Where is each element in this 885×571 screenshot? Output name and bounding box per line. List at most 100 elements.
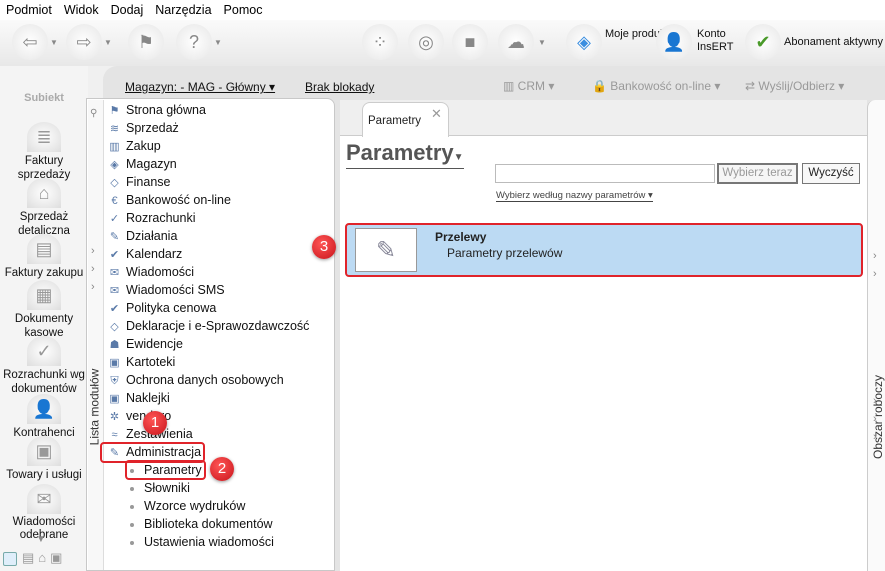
module-item[interactable]: ◇ Finanse [107, 173, 170, 191]
module-item[interactable]: ▣ Naklejki [107, 389, 169, 407]
purchase-invoice-icon: ▤ [27, 234, 61, 264]
sidebar-item-faktury-zakupu[interactable]: ▤ Faktury zakupu [0, 234, 88, 280]
forward-arrow-icon[interactable]: ⇨ [66, 24, 102, 60]
module-item[interactable]: ≋ Sprzedaż [107, 119, 179, 137]
chevron-down-icon[interactable]: ▼ [50, 38, 58, 47]
step-badge-1: 1 [143, 411, 167, 435]
module-icon: ⛨ [110, 375, 119, 387]
module-icon: ⚑ [109, 105, 120, 117]
magazyn-dropdown[interactable]: Magazyn: - MAG - Główny ▾ [125, 80, 275, 94]
search-input[interactable] [495, 164, 715, 183]
module-item[interactable]: ▣ Kartoteki [107, 353, 175, 371]
loading-dots-icon[interactable]: ⁘ [362, 24, 398, 60]
module-item[interactable]: ⚑ Strona główna [107, 101, 206, 119]
shield-check-icon[interactable]: ✔ [745, 24, 781, 60]
clear-button[interactable]: Wyczyść [802, 163, 860, 184]
module-icon: ✎ [109, 231, 120, 243]
sidebar-item-sprzedaz-detaliczna[interactable]: ⌂ Sprzedaż detaliczna [0, 178, 88, 238]
page-title[interactable]: Parametry▼ [346, 140, 464, 169]
help-icon[interactable]: ? [176, 24, 212, 60]
sidebar-item-faktury-sprzedazy[interactable]: ≣ Faktury sprzedaży [0, 122, 88, 182]
menu-narzedzia[interactable]: Narzędzia [149, 0, 217, 20]
blokada-link[interactable]: Brak blokady [305, 80, 374, 94]
cash-register-icon: ▦ [27, 280, 61, 310]
chevron-down-icon[interactable]: ▼ [538, 38, 546, 47]
chevron-right-icon[interactable]: › [873, 395, 877, 407]
chevron-down-icon[interactable]: ▼ [214, 38, 222, 47]
abonament-label[interactable]: Abonament aktywny [784, 36, 883, 49]
item-title: Przelewy [435, 230, 487, 244]
chevron-right-icon[interactable]: › [91, 245, 95, 257]
menu-podmiot[interactable]: Podmiot [0, 0, 58, 20]
list-item-przelewy[interactable]: ✎ Przelewy Parametry przelewów [345, 223, 863, 277]
chevron-right-icon[interactable]: › [91, 281, 95, 293]
back-arrow-icon[interactable]: ⇦ [12, 24, 48, 60]
quick-icons[interactable]: ▤⌂▣ [22, 550, 66, 566]
module-icon: ✲ [109, 411, 120, 423]
products-icon[interactable]: ◈ [566, 24, 602, 60]
menu-dodaj[interactable]: Dodaj [105, 0, 150, 20]
submodule-item[interactable]: Biblioteka dokumentów [130, 515, 273, 533]
bankowosc-button[interactable]: 🔒 Bankowość on-line ▾ [592, 79, 720, 93]
menu-bar: Podmiot Widok Dodaj Narzędzia Pomoc [0, 0, 885, 20]
module-icon: ✓ [109, 213, 120, 225]
module-item[interactable]: ▥ Zakup [107, 137, 160, 155]
goods-icon: ▣ [27, 436, 61, 466]
flag-icon[interactable]: ⚑ [128, 24, 164, 60]
chevron-right-icon[interactable]: › [91, 389, 95, 401]
konto-insert-label[interactable]: Konto InsERT [697, 28, 737, 54]
bullet-icon [130, 540, 134, 545]
menu-pomoc[interactable]: Pomoc [218, 0, 269, 20]
chevron-right-icon[interactable]: › [873, 268, 877, 280]
submodule-item[interactable]: Ustawienia wiadomości [130, 533, 274, 551]
select-now-button[interactable]: Wybierz teraz [717, 163, 798, 184]
module-icon: ▣ [109, 393, 120, 405]
module-item[interactable]: ✔ Polityka cenowa [107, 299, 216, 317]
module-item[interactable]: ✓ Rozrachunki [107, 209, 196, 227]
chevron-right-icon[interactable]: › [91, 263, 95, 275]
bullet-icon [130, 504, 134, 509]
circle-view-icon[interactable] [3, 552, 17, 566]
module-icon: ☗ [109, 339, 120, 351]
wyslij-odbierz-button[interactable]: ⇄ Wyślij/Odbierz ▾ [745, 79, 844, 93]
chevron-right-icon[interactable]: › [873, 431, 877, 443]
sidebar-item-kontrahenci[interactable]: 👤 Kontrahenci [0, 394, 88, 440]
submodule-item[interactable]: Słowniki [130, 479, 190, 497]
module-icon: ◈ [110, 159, 119, 171]
module-item[interactable]: ◈ Magazyn [107, 155, 176, 173]
sidebar-item-towary[interactable]: ▣ Towary i usługi [0, 436, 88, 482]
pin-icon[interactable]: ⚲ [90, 108, 97, 119]
transfer-document-icon: ✎ [355, 228, 417, 272]
submodule-item[interactable]: Wzorce wydruków [130, 497, 245, 515]
chevron-right-icon[interactable]: › [873, 250, 877, 262]
close-icon[interactable]: ✕ [431, 106, 442, 122]
chevron-right-icon[interactable]: › [873, 413, 877, 425]
cloud-server-icon[interactable]: ☁ [498, 24, 534, 60]
settlement-icon: ✓ [27, 336, 61, 366]
module-icon: ◇ [110, 321, 119, 333]
module-icon: ◇ [110, 177, 119, 189]
module-item[interactable]: € Bankowość on-line [107, 191, 230, 209]
crm-button[interactable]: ▥ CRM ▾ [503, 79, 554, 93]
menu-widok[interactable]: Widok [58, 0, 105, 20]
globe-icon[interactable]: ◎ [408, 24, 444, 60]
module-item[interactable]: ✎ Działania [107, 227, 178, 245]
chevron-down-icon[interactable]: ▼ [104, 38, 112, 47]
filter-dropdown[interactable]: Wybierz według nazwy parametrów ▾ [496, 190, 653, 202]
bullet-icon [130, 486, 134, 491]
scroll-down-icon[interactable]: ▼ [36, 534, 46, 545]
module-item[interactable]: ⛨ Ochrona danych osobowych [107, 371, 283, 389]
module-item[interactable]: ✔ Kalendarz [107, 245, 182, 263]
module-item[interactable]: ✉ Wiadomości [107, 263, 194, 281]
module-item[interactable]: ◇ Deklaracje i e-Sprawozdawczość [107, 317, 309, 335]
sidebar-item-dokumenty-kasowe[interactable]: ▦ Dokumenty kasowe [0, 280, 88, 340]
module-item[interactable]: ✉ Wiadomości SMS [107, 281, 225, 299]
tab-parametry[interactable]: Parametry ✕ [362, 102, 449, 137]
chevron-right-icon[interactable]: › [91, 425, 95, 437]
user-account-icon[interactable]: 👤 [656, 24, 692, 60]
sidebar-item-rozrachunki[interactable]: ✓ Rozrachunki wg dokumentów [0, 336, 88, 396]
workspace-strip[interactable]: Obszar roboczy › › › › › [867, 100, 885, 571]
cube-icon[interactable]: ■ [452, 24, 488, 60]
module-item[interactable]: ☗ Ewidencje [107, 335, 183, 353]
chevron-right-icon[interactable]: › [91, 407, 95, 419]
